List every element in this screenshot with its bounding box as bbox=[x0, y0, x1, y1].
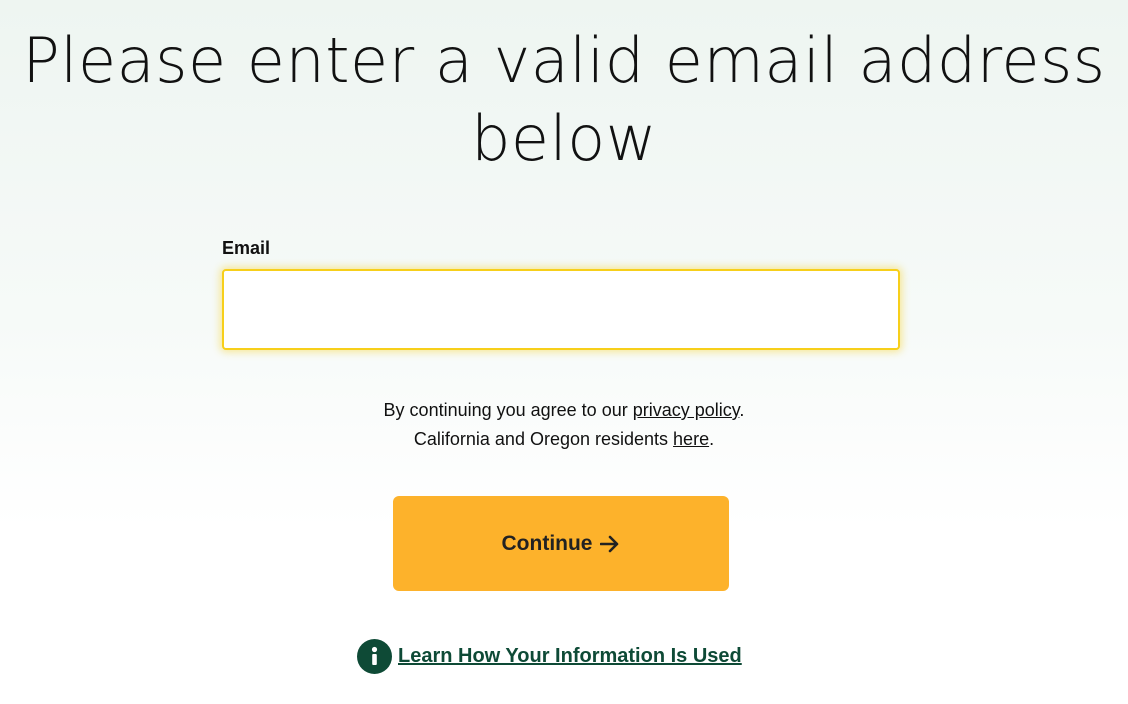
email-label: Email bbox=[222, 238, 271, 258]
residents-here-link[interactable]: here bbox=[673, 429, 709, 449]
email-field[interactable] bbox=[222, 269, 900, 350]
learn-info-link[interactable]: Learn How Your Information Is Used bbox=[357, 638, 742, 674]
continue-button-label: Continue bbox=[501, 531, 593, 555]
consent-line-2: California and Oregon residents here. bbox=[0, 425, 1128, 454]
consent-text: By continuing you agree to our privacy p… bbox=[0, 396, 1128, 454]
arrow-right-icon bbox=[600, 535, 620, 553]
consent-line-1-suffix: . bbox=[739, 400, 745, 420]
privacy-policy-link[interactable]: privacy policy bbox=[633, 400, 740, 420]
continue-button[interactable]: Continue bbox=[393, 496, 729, 591]
residents-prefix: California and Oregon residents bbox=[413, 429, 674, 449]
consent-line-2-suffix: . bbox=[709, 429, 715, 449]
consent-prefix: By continuing you agree to our bbox=[383, 400, 633, 420]
consent-line-1: By continuing you agree to our privacy p… bbox=[0, 396, 1128, 425]
learn-info-label: Learn How Your Information Is Used bbox=[398, 644, 742, 667]
info-icon bbox=[357, 638, 392, 674]
page-title: Please enter a valid email address below bbox=[22, 24, 1106, 175]
